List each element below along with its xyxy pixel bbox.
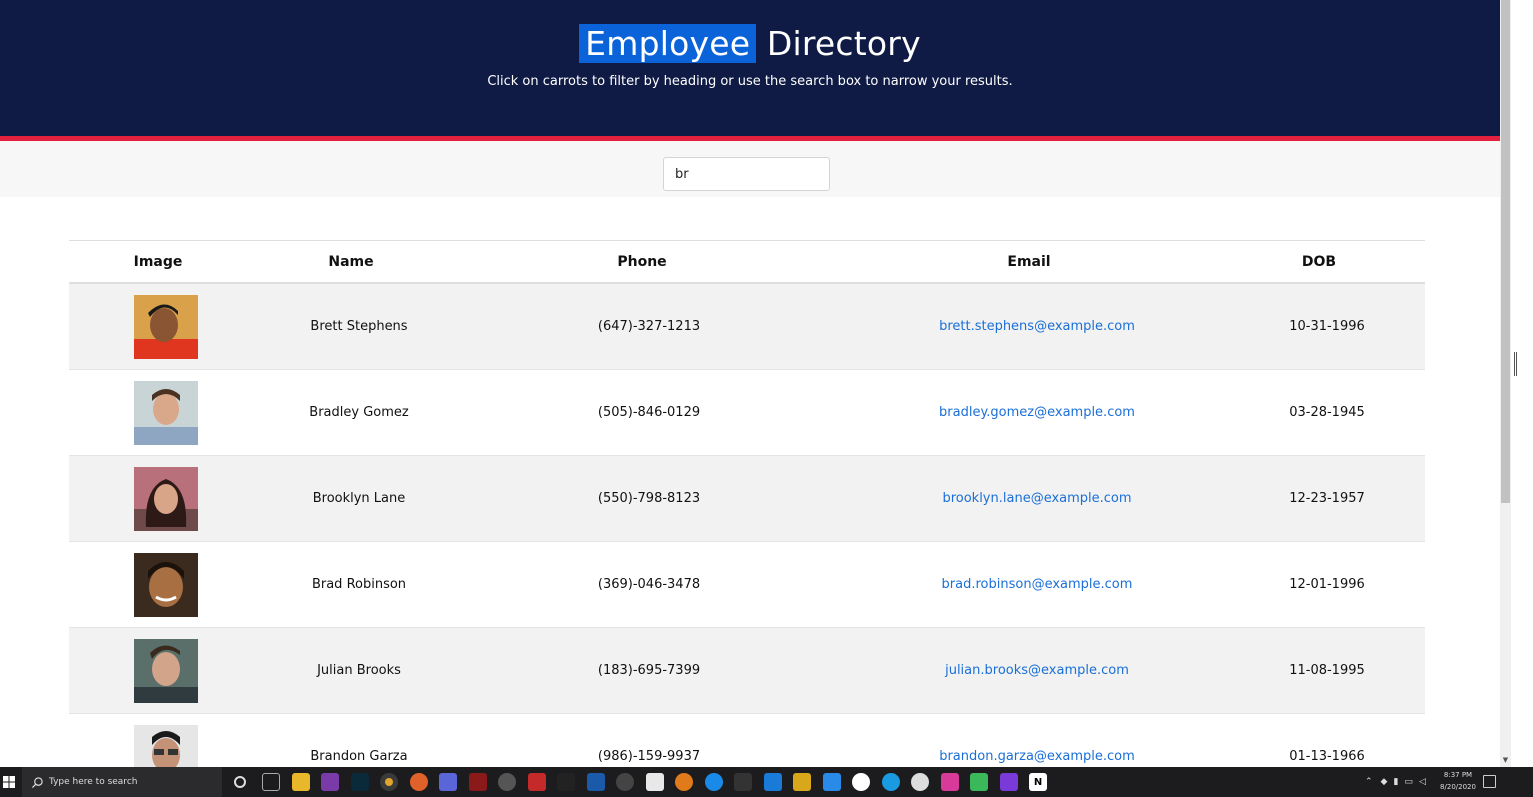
employee-name: Brad Robinson bbox=[311, 577, 407, 592]
page-title: Employee Directory bbox=[579, 24, 921, 63]
notification-icon[interactable] bbox=[1483, 775, 1496, 788]
windows-logo-icon bbox=[3, 776, 15, 788]
table-row: Brad Robinson (369)-046-3478 brad.robins… bbox=[69, 542, 1425, 628]
start-button[interactable] bbox=[0, 767, 18, 797]
table-row: Julian Brooks (183)-695-7399 julian.broo… bbox=[69, 628, 1425, 714]
discord-icon[interactable] bbox=[439, 773, 457, 791]
employee-email-link[interactable]: bradley.gomez@example.com bbox=[887, 370, 1187, 456]
taskbar-apps: N bbox=[230, 767, 1059, 797]
app-orange-icon[interactable] bbox=[409, 773, 428, 791]
employee-dob: 10-31-1996 bbox=[1289, 319, 1365, 334]
employee-dob: 11-08-1995 bbox=[1289, 663, 1365, 678]
terminal-icon[interactable] bbox=[734, 773, 752, 791]
search-input[interactable] bbox=[663, 157, 830, 191]
taskbar-search-box[interactable]: Type here to search bbox=[22, 767, 222, 797]
chrome-icon[interactable] bbox=[380, 773, 398, 791]
avatar bbox=[134, 381, 198, 445]
window-edge bbox=[1511, 0, 1533, 767]
page-header: Employee Directory Click on carrots to f… bbox=[0, 0, 1500, 136]
twitch-icon[interactable] bbox=[999, 773, 1018, 791]
title-highlighted-word[interactable]: Employee bbox=[579, 24, 757, 63]
clock-time: 8:37 PM bbox=[1443, 771, 1473, 779]
scroll-down-icon[interactable]: ▼ bbox=[1501, 756, 1510, 765]
column-header-name[interactable]: Name bbox=[311, 241, 391, 283]
employee-name: Julian Brooks bbox=[317, 663, 401, 678]
table-row: Brett Stephens (647)-327-1213 brett.step… bbox=[69, 284, 1425, 370]
app-gray-icon[interactable] bbox=[498, 773, 516, 791]
obs-icon[interactable] bbox=[616, 773, 634, 791]
employee-phone: (647)-327-1213 bbox=[597, 319, 701, 334]
title-rest[interactable]: Directory bbox=[756, 24, 921, 63]
employee-phone: (369)-046-3478 bbox=[597, 577, 701, 592]
cortana-icon[interactable] bbox=[234, 776, 246, 788]
app-pdf-icon[interactable] bbox=[527, 773, 546, 791]
employee-name: Brooklyn Lane bbox=[312, 491, 406, 506]
scrollbar-thumb[interactable] bbox=[1501, 0, 1510, 503]
resize-handle-icon[interactable] bbox=[1514, 352, 1517, 376]
employee-dob: 12-01-1996 bbox=[1289, 577, 1365, 592]
employee-name: Brett Stephens bbox=[310, 319, 408, 334]
zoom-icon[interactable] bbox=[822, 773, 841, 791]
app-cloud-icon[interactable] bbox=[911, 773, 929, 791]
column-header-email[interactable]: Email bbox=[989, 241, 1069, 283]
search-icon bbox=[32, 776, 43, 788]
firefox-icon[interactable] bbox=[675, 773, 693, 791]
table-row: Bradley Gomez (505)-846-0129 bradley.gom… bbox=[69, 370, 1425, 456]
employee-email-link[interactable]: julian.brooks@example.com bbox=[887, 628, 1187, 714]
notion-icon[interactable]: N bbox=[1029, 773, 1047, 791]
taskbar-clock[interactable]: 8:37 PM 8/20/2020 bbox=[1430, 769, 1486, 793]
employee-name: Bradley Gomez bbox=[309, 405, 409, 420]
employee-phone: (183)-695-7399 bbox=[597, 663, 701, 678]
dropbox-icon[interactable]: ◆ bbox=[1381, 777, 1388, 787]
app-white-icon[interactable] bbox=[645, 773, 664, 791]
clock-date: 8/20/2020 bbox=[1440, 783, 1476, 791]
steam-icon[interactable] bbox=[586, 773, 605, 791]
windows-taskbar: Type here to search N ⌃ ◆ ▮ ▭ ◁ 8:37 PM … bbox=[0, 767, 1533, 797]
slack-icon[interactable] bbox=[852, 773, 870, 791]
taskbar-search-placeholder: Type here to search bbox=[49, 777, 138, 787]
column-header-phone[interactable]: Phone bbox=[602, 241, 682, 283]
title-wrap: Employee Directory bbox=[0, 18, 1500, 70]
edge-icon[interactable] bbox=[881, 773, 900, 791]
app-pink-icon[interactable] bbox=[940, 773, 959, 791]
onenote-icon[interactable] bbox=[321, 773, 339, 791]
employee-email-link[interactable]: brett.stephens@example.com bbox=[887, 284, 1187, 370]
app-blue-circle-icon[interactable] bbox=[704, 773, 723, 791]
avatar bbox=[134, 467, 198, 531]
avatar bbox=[134, 295, 198, 359]
volume-icon[interactable]: ◁ bbox=[1419, 777, 1426, 787]
photoshop-icon[interactable] bbox=[350, 773, 369, 791]
employee-table: Image Name Phone Email DOB Brett Stephen… bbox=[69, 240, 1425, 797]
column-header-dob[interactable]: DOB bbox=[1279, 241, 1359, 283]
file-explorer-icon[interactable] bbox=[291, 773, 310, 791]
search-band bbox=[0, 141, 1500, 197]
page-subtitle: Click on carrots to filter by heading or… bbox=[487, 74, 1013, 89]
app-green-icon[interactable] bbox=[970, 773, 988, 791]
employee-dob: 03-28-1945 bbox=[1289, 405, 1365, 420]
avatar bbox=[134, 553, 198, 617]
employee-phone: (505)-846-0129 bbox=[597, 405, 701, 420]
table-row: Brooklyn Lane (550)-798-8123 brooklyn.la… bbox=[69, 456, 1425, 542]
employee-phone: (550)-798-8123 bbox=[597, 491, 701, 506]
vscode-icon[interactable] bbox=[763, 773, 782, 791]
mic-icon[interactable]: ▮ bbox=[1393, 777, 1398, 787]
chevron-up-icon[interactable]: ⌃ bbox=[1365, 777, 1373, 787]
table-header: Image Name Phone Email DOB bbox=[69, 240, 1425, 284]
employee-dob: 12-23-1957 bbox=[1289, 491, 1365, 506]
app-black-icon[interactable] bbox=[557, 773, 575, 791]
network-icon[interactable]: ▭ bbox=[1404, 777, 1413, 787]
app-red-icon[interactable] bbox=[468, 773, 487, 791]
employee-email-link[interactable]: brad.robinson@example.com bbox=[887, 542, 1187, 628]
employee-email-link[interactable]: brooklyn.lane@example.com bbox=[887, 456, 1187, 542]
task-view-icon[interactable] bbox=[262, 773, 280, 791]
system-tray: ⌃ ◆ ▮ ▭ ◁ bbox=[1365, 767, 1426, 797]
git-icon[interactable] bbox=[793, 773, 811, 791]
column-header-image[interactable]: Image bbox=[128, 241, 188, 283]
page: Employee Directory Click on carrots to f… bbox=[0, 0, 1533, 797]
avatar bbox=[134, 639, 198, 703]
